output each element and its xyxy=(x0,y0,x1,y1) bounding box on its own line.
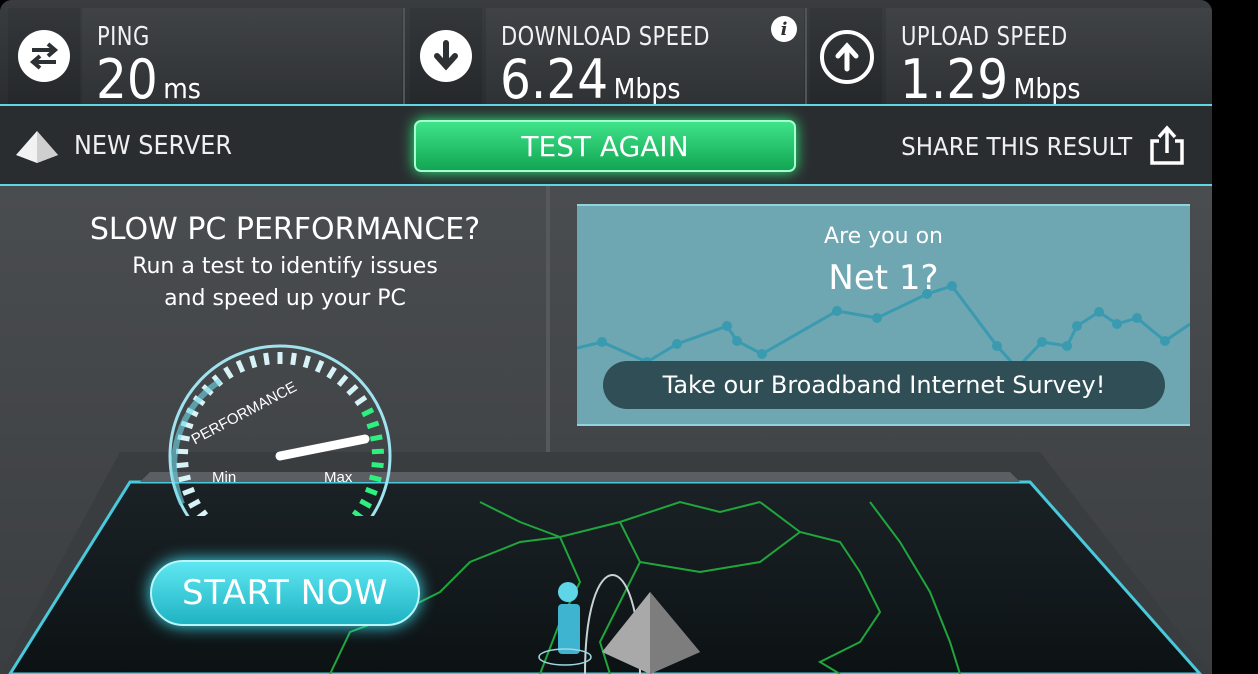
survey-panel[interactable]: Are you on Net 1? Take our Broadband Int… xyxy=(577,204,1190,426)
gauge-tick xyxy=(336,374,349,387)
gauge-tick xyxy=(187,498,201,509)
upload-value: 1.29 Mbps xyxy=(900,48,1080,111)
promo-subtitle-line1: Run a test to identify issues xyxy=(132,254,438,279)
performance-gauge: PERFORMANCE Min Max xyxy=(168,344,392,516)
gauge-max-label: Max xyxy=(324,469,353,486)
survey-question-line1: Are you on xyxy=(824,224,943,249)
lower-content: SLOW PC PERFORMANCE? Run a test to ident… xyxy=(0,186,1212,674)
upload-number: 1.29 xyxy=(900,48,1009,111)
promo-title: SLOW PC PERFORMANCE? xyxy=(89,212,481,247)
gauge-tick xyxy=(354,395,368,407)
gauge-tick xyxy=(249,355,258,369)
ping-value: 20 ms xyxy=(96,48,201,111)
speedtest-window: PING 20 ms DOWNLOAD SPEED 6.24 Mbps i UP… xyxy=(0,0,1212,674)
download-value: 6.24 Mbps xyxy=(500,48,680,111)
action-bar: NEW SERVER TEST AGAIN SHARE THIS RESULT xyxy=(0,106,1212,186)
gauge-tick xyxy=(263,352,270,366)
share-result-button[interactable]: SHARE THIS RESULT xyxy=(881,124,1186,168)
new-server-label: NEW SERVER xyxy=(74,131,232,161)
gauge-tick xyxy=(176,461,189,469)
gauge-tick xyxy=(371,448,385,455)
upload-stat: UPLOAD SPEED 1.29 Mbps xyxy=(886,8,1212,111)
ping-stat: PING 20 ms xyxy=(82,8,402,111)
divider xyxy=(805,8,807,104)
upload-unit: Mbps xyxy=(1013,72,1081,105)
stats-bar: PING 20 ms DOWNLOAD SPEED 6.24 Mbps i UP… xyxy=(0,0,1212,111)
survey-question-line2: Net 1? xyxy=(828,258,939,298)
download-stat: DOWNLOAD SPEED 6.24 Mbps xyxy=(486,8,804,111)
test-again-button[interactable]: TEST AGAIN xyxy=(414,120,796,172)
ping-icon-box xyxy=(8,8,80,104)
gauge-tick xyxy=(359,498,373,509)
ping-number: 20 xyxy=(96,48,158,111)
gauge-tick xyxy=(326,366,337,380)
gauge-tick xyxy=(182,486,196,496)
new-server-button[interactable]: NEW SERVER xyxy=(14,126,246,166)
download-unit: Mbps xyxy=(613,72,681,105)
gauge-tick xyxy=(196,509,209,516)
arrows-exchange-icon xyxy=(18,30,70,82)
gauge-tick xyxy=(364,486,378,496)
gauge-tick xyxy=(366,420,380,430)
gauge-needle xyxy=(275,434,370,461)
download-number: 6.24 xyxy=(500,48,609,111)
arrow-up-icon xyxy=(820,30,874,84)
gauge-tick xyxy=(302,355,311,369)
gauge-tick xyxy=(290,352,297,366)
gauge-tick xyxy=(314,359,325,373)
gauge-tick xyxy=(368,474,382,483)
share-icon xyxy=(1150,125,1184,165)
divider xyxy=(403,8,405,104)
gauge-tick xyxy=(178,474,192,483)
gauge-tick xyxy=(223,366,234,380)
gauge-tick xyxy=(369,434,383,442)
info-icon[interactable]: i xyxy=(771,16,797,42)
gauge-tick xyxy=(351,509,364,516)
ping-unit: ms xyxy=(163,72,201,105)
start-now-button[interactable]: START NOW xyxy=(150,560,420,626)
gauge-min-label: Min xyxy=(212,469,236,486)
upload-icon-box xyxy=(810,8,882,104)
gauge-tick xyxy=(361,407,375,418)
server-pyramid-icon xyxy=(16,131,58,163)
gauge-tick xyxy=(235,359,246,373)
gauge-tick xyxy=(346,384,359,396)
gauge-tick xyxy=(371,461,384,469)
arrow-down-icon xyxy=(420,30,472,82)
download-icon-box xyxy=(410,8,482,104)
share-label: SHARE THIS RESULT xyxy=(900,131,1132,161)
survey-button[interactable]: Take our Broadband Internet Survey! xyxy=(603,361,1165,409)
promo-subtitle-line2: and speed up your PC xyxy=(164,286,406,311)
